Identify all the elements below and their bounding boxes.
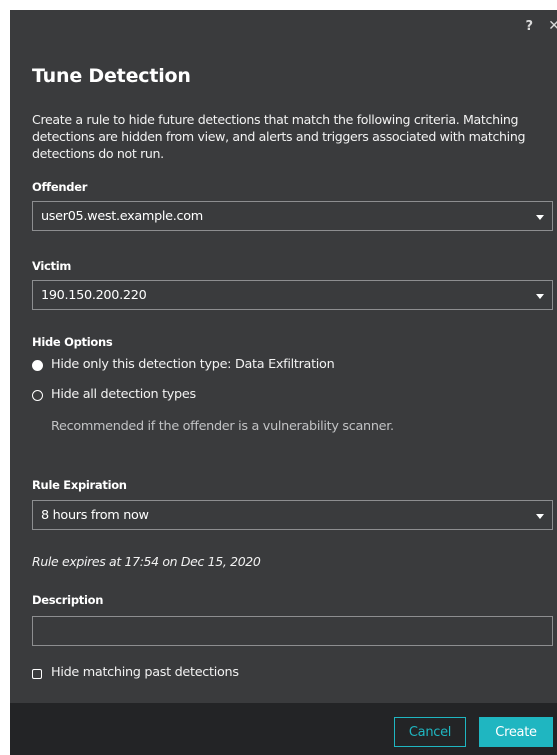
radio-checked-icon: [32, 360, 43, 371]
caret-down-icon: [536, 294, 544, 299]
description-label: Description: [32, 593, 104, 607]
checkbox-unchecked-icon: [32, 669, 42, 679]
hide-options-label: Hide Options: [32, 335, 113, 349]
radio-hide-all-types-label: Hide all detection types: [51, 387, 196, 402]
victim-label: Victim: [32, 259, 72, 273]
rule-expiration-label: Rule Expiration: [32, 478, 127, 492]
tune-detection-dialog: ? ✕ Tune Detection Create a rule to hide…: [10, 10, 557, 755]
radio-hide-this-type-label: Hide only this detection type: Data Exfi…: [51, 357, 335, 372]
description-input[interactable]: [32, 616, 553, 646]
caret-down-icon: [536, 514, 544, 519]
dialog-title: Tune Detection: [32, 65, 191, 87]
rule-expiration-select-value: 8 hours from now: [41, 508, 149, 523]
help-icon[interactable]: ?: [525, 19, 533, 34]
dialog-intro: Create a rule to hide future detections …: [32, 112, 526, 161]
hide-past-detections-label: Hide matching past detections: [51, 665, 239, 680]
dialog-topbar: ? ✕: [10, 10, 557, 42]
offender-select[interactable]: user05.west.example.com: [32, 201, 553, 231]
caret-down-icon: [536, 215, 544, 220]
radio-unchecked-icon: [32, 390, 43, 401]
create-button[interactable]: Create: [479, 717, 553, 747]
dialog-footer: Cancel Create: [10, 703, 557, 755]
hide-all-hint: Recommended if the offender is a vulnera…: [51, 419, 394, 434]
rule-expiration-select[interactable]: 8 hours from now: [32, 500, 553, 530]
rule-expiration-note: Rule expires at 17:54 on Dec 15, 2020: [32, 554, 261, 569]
close-icon[interactable]: ✕: [548, 18, 557, 34]
victim-select[interactable]: 190.150.200.220: [32, 280, 553, 310]
victim-select-value: 190.150.200.220: [41, 288, 147, 303]
offender-label: Offender: [32, 180, 88, 194]
cancel-button[interactable]: Cancel: [394, 717, 466, 747]
offender-select-value: user05.west.example.com: [41, 209, 203, 224]
